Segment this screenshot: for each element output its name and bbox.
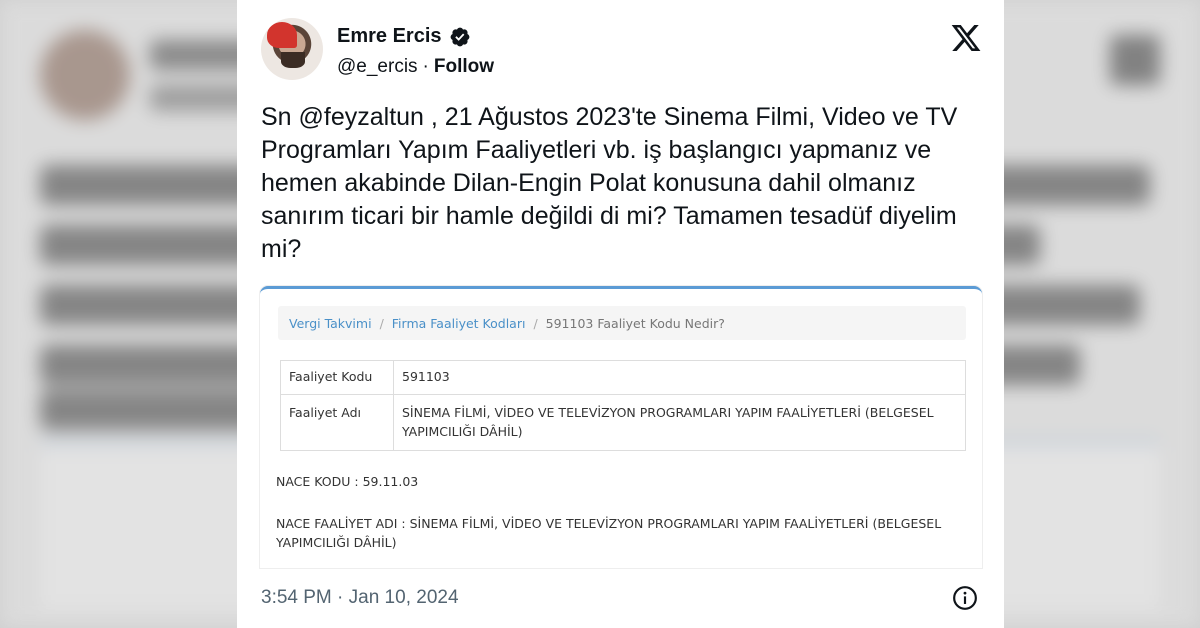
x-logo-icon[interactable] <box>950 22 982 54</box>
breadcrumb-separator: / <box>533 315 538 331</box>
breadcrumb-separator: / <box>379 315 384 331</box>
table-value: 591103 <box>393 360 966 395</box>
handle-row: @e_ercis · Follow <box>337 56 494 78</box>
author-row: Emre Ercis <box>337 25 471 48</box>
follow-button[interactable]: Follow <box>434 56 494 78</box>
breadcrumb-item-vergi-takvimi: Vergi Takvimi <box>289 315 372 331</box>
avatar[interactable] <box>261 18 323 80</box>
nace-code: NACE KODU : 59.11.03 <box>276 474 419 489</box>
tweet-card: Emre Ercis @e_ercis · Follow Sn @feyzalt… <box>237 0 1004 628</box>
table-key: Faaliyet Adı <box>280 394 394 451</box>
table-key: Faaliyet Kodu <box>280 360 394 395</box>
tweet-timestamp[interactable]: 3:54 PM · Jan 10, 2024 <box>261 587 459 609</box>
verified-badge-icon <box>450 27 469 46</box>
nace-activity-name: NACE FAALİYET ADI : SİNEMA FİLMİ, VİDEO … <box>276 516 942 550</box>
tweet-text: Sn @feyzaltun , 21 Ağustos 2023'te Sinem… <box>261 103 958 263</box>
table-row: Faaliyet Adı SİNEMA FİLMİ, VİDEO VE TELE… <box>280 394 966 451</box>
info-icon[interactable] <box>952 585 978 611</box>
breadcrumb: Vergi Takvimi / Firma Faaliyet Kodları /… <box>278 306 966 340</box>
handle-separator: · <box>422 56 429 77</box>
activity-code-table: Faaliyet Kodu 591103 Faaliyet Adı SİNEMA… <box>280 360 966 451</box>
breadcrumb-item-current: 591103 Faaliyet Kodu Nedir? <box>545 315 725 331</box>
attached-image[interactable]: Vergi Takvimi / Firma Faaliyet Kodları /… <box>260 286 982 568</box>
breadcrumb-item-firma-faaliyet-kodlari: Firma Faaliyet Kodları <box>391 315 526 331</box>
table-value: SİNEMA FİLMİ, VİDEO VE TELEVİZYON PROGRA… <box>393 394 966 451</box>
author-handle[interactable]: @e_ercis <box>337 56 418 78</box>
table-row: Faaliyet Kodu 591103 <box>280 360 966 395</box>
tweet-header: Emre Ercis @e_ercis · Follow <box>261 18 982 88</box>
author-name[interactable]: Emre Ercis <box>337 25 442 48</box>
